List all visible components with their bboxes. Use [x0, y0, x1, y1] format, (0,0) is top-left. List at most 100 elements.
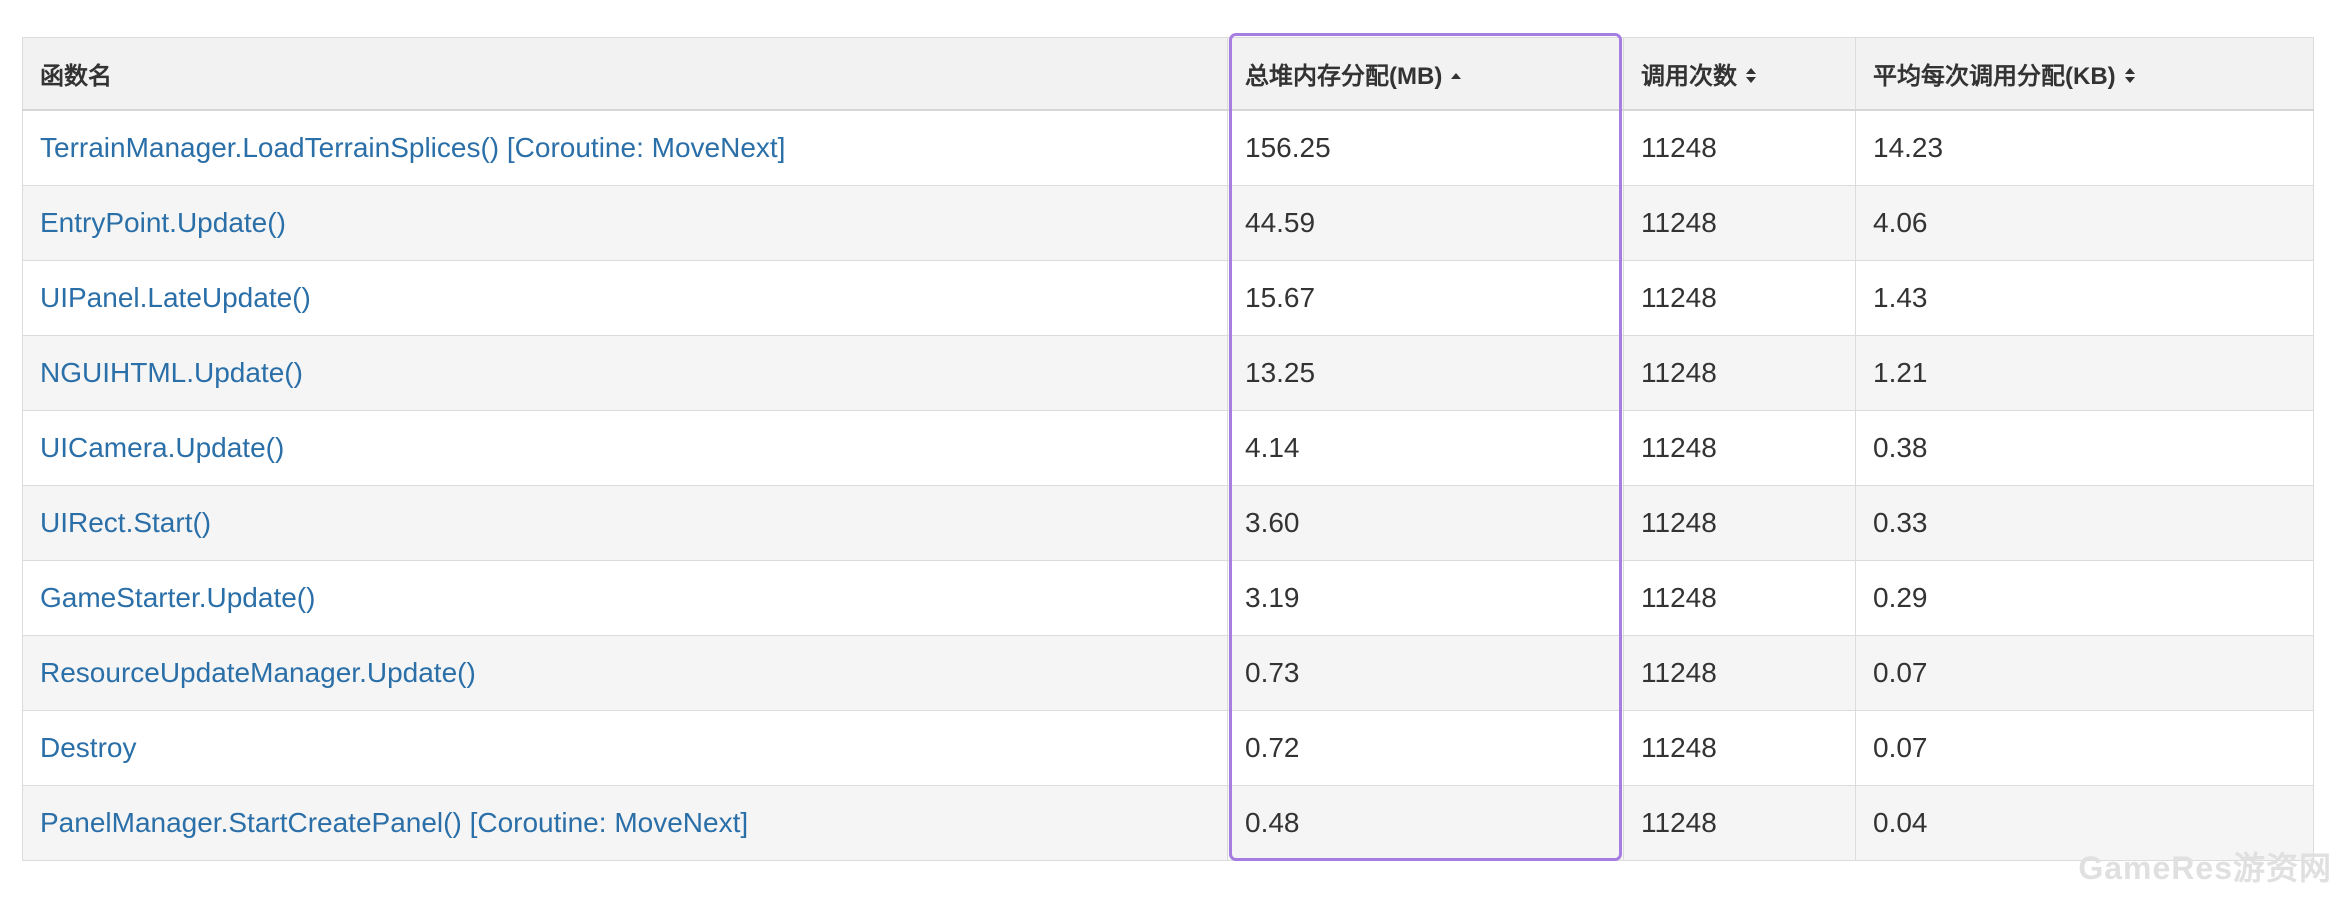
avg-per-call-cell: 0.04 — [1873, 807, 1928, 838]
table-row: PanelManager.StartCreatePanel() [Corouti… — [22, 785, 2314, 861]
function-name-cell: UICamera.Update() — [22, 410, 1228, 486]
total-heap-cell: 0.48 — [1245, 807, 1300, 838]
function-name-link[interactable]: EntryPoint.Update() — [40, 207, 286, 238]
header-label: 平均每次调用分配(KB) — [1873, 63, 2116, 90]
sort-both-icon[interactable] — [2124, 66, 2136, 86]
total-heap-cell: 15.67 — [1227, 260, 1624, 336]
call-count-cell: 11248 — [1641, 507, 1717, 538]
call-count-cell: 11248 — [1623, 710, 1856, 786]
header-label: 调用次数 — [1641, 63, 1737, 90]
call-count-cell: 11248 — [1623, 485, 1856, 561]
function-name-cell: Destroy — [22, 710, 1228, 786]
avg-per-call-cell: 1.43 — [1873, 282, 1928, 313]
function-name-cell: UIPanel.LateUpdate() — [22, 260, 1228, 336]
table-row: ResourceUpdateManager.Update() 0.73 11248 0… — [22, 635, 2314, 711]
avg-per-call-cell: 4.06 — [1873, 207, 1928, 238]
call-count-cell: 11248 — [1623, 109, 1856, 186]
avg-per-call-cell: 0.38 — [1855, 410, 2314, 486]
watermark: GameRes游资网 — [2078, 850, 2332, 886]
table-row: EntryPoint.Update() 44.59 11248 4.06 — [22, 185, 2314, 261]
table-row: UICamera.Update() 4.14 11248 0.38 — [22, 410, 2314, 486]
call-count-cell: 11248 — [1641, 657, 1717, 688]
function-name-link[interactable]: NGUIHTML.Update() — [40, 357, 303, 388]
total-heap-cell: 156.25 — [1245, 132, 1331, 163]
function-name-cell: GameStarter.Update() — [22, 560, 1228, 636]
function-name-cell: NGUIHTML.Update() — [22, 335, 1228, 411]
table-row: Destroy 0.72 11248 0.07 — [22, 710, 2314, 786]
function-name-cell: ResourceUpdateManager.Update() — [22, 635, 1228, 711]
call-count-cell: 11248 — [1641, 432, 1717, 463]
function-name-link[interactable]: UIRect.Start() — [40, 507, 211, 538]
function-name-link[interactable]: TerrainManager.LoadTerrainSplices() [Cor… — [40, 132, 785, 163]
function-name-cell: TerrainManager.LoadTerrainSplices() [Cor… — [22, 109, 1228, 186]
avg-per-call-cell: 0.07 — [1873, 657, 1928, 688]
call-count-cell: 11248 — [1641, 582, 1717, 613]
total-heap-cell: 13.25 — [1227, 335, 1624, 411]
avg-per-call-cell: 4.06 — [1855, 185, 2314, 261]
total-heap-cell: 0.48 — [1227, 785, 1624, 861]
total-heap-cell: 0.73 — [1245, 657, 1300, 688]
total-heap-cell: 4.14 — [1245, 432, 1300, 463]
table-row: GameStarter.Update() 3.19 11248 0.29 — [22, 560, 2314, 636]
call-count-cell: 11248 — [1623, 410, 1856, 486]
total-heap-cell: 15.67 — [1245, 282, 1316, 313]
total-heap-cell: 0.72 — [1227, 710, 1624, 786]
avg-per-call-cell: 1.43 — [1855, 260, 2314, 336]
call-count-cell: 11248 — [1641, 282, 1717, 313]
call-count-cell: 11248 — [1641, 357, 1717, 388]
call-count-cell: 11248 — [1623, 560, 1856, 636]
avg-per-call-cell: 0.07 — [1855, 635, 2314, 711]
header-label: 总堆内存分配(MB) — [1245, 63, 1443, 90]
avg-per-call-cell: 0.33 — [1855, 485, 2314, 561]
total-heap-cell: 13.25 — [1245, 357, 1316, 388]
total-heap-cell: 4.14 — [1227, 410, 1624, 486]
sort-both-icon[interactable] — [1745, 66, 1757, 86]
call-count-cell: 11248 — [1623, 185, 1856, 261]
total-heap-cell: 44.59 — [1245, 207, 1316, 238]
call-count-cell: 11248 — [1623, 335, 1856, 411]
total-heap-cell: 0.72 — [1245, 732, 1300, 763]
total-heap-cell: 3.60 — [1245, 507, 1300, 538]
call-count-cell: 11248 — [1623, 635, 1856, 711]
avg-per-call-cell: 0.29 — [1873, 582, 1928, 613]
call-count-cell: 11248 — [1641, 732, 1717, 763]
function-name-cell: UIRect.Start() — [22, 485, 1228, 561]
header-call-count[interactable]: 调用次数 — [1623, 37, 1856, 111]
profiler-table: 函数名 总堆内存分配(MB) 调用次数 平均每次调用分配(KB) Terrain… — [22, 37, 2314, 861]
function-name-link[interactable]: ResourceUpdateManager.Update() — [40, 657, 476, 688]
header-label: 函数名 — [40, 63, 112, 90]
avg-per-call-cell: 0.07 — [1855, 710, 2314, 786]
function-name-cell: EntryPoint.Update() — [22, 185, 1228, 261]
call-count-cell: 11248 — [1623, 260, 1856, 336]
avg-per-call-cell: 14.23 — [1873, 132, 1944, 163]
call-count-cell: 11248 — [1641, 207, 1717, 238]
total-heap-cell: 44.59 — [1227, 185, 1624, 261]
function-name-link[interactable]: Destroy — [40, 732, 136, 763]
table-row: UIRect.Start() 3.60 11248 0.33 — [22, 485, 2314, 561]
function-name-cell: PanelManager.StartCreatePanel() [Corouti… — [22, 785, 1228, 861]
avg-per-call-cell: 1.21 — [1873, 357, 1928, 388]
avg-per-call-cell: 0.29 — [1855, 560, 2314, 636]
function-name-link[interactable]: PanelManager.StartCreatePanel() [Corouti… — [40, 807, 748, 838]
total-heap-cell: 3.60 — [1227, 485, 1624, 561]
call-count-cell: 11248 — [1623, 785, 1856, 861]
total-heap-cell: 156.25 — [1227, 109, 1624, 186]
avg-per-call-cell: 14.23 — [1855, 109, 2314, 186]
avg-per-call-cell: 0.38 — [1873, 432, 1928, 463]
function-name-link[interactable]: GameStarter.Update() — [40, 582, 315, 613]
header-total-heap[interactable]: 总堆内存分配(MB) — [1227, 37, 1624, 111]
header-function-name: 函数名 — [22, 37, 1228, 111]
total-heap-cell: 0.73 — [1227, 635, 1624, 711]
total-heap-cell: 3.19 — [1227, 560, 1624, 636]
call-count-cell: 11248 — [1641, 132, 1717, 163]
avg-per-call-cell: 0.07 — [1873, 732, 1928, 763]
sort-ascending-icon[interactable] — [1450, 66, 1462, 86]
avg-per-call-cell: 0.33 — [1873, 507, 1928, 538]
table-header-row: 函数名 总堆内存分配(MB) 调用次数 平均每次调用分配(KB) — [22, 37, 2314, 111]
table-row: TerrainManager.LoadTerrainSplices() [Cor… — [22, 109, 2314, 186]
call-count-cell: 11248 — [1641, 807, 1717, 838]
table-row: NGUIHTML.Update() 13.25 11248 1.21 — [22, 335, 2314, 411]
function-name-link[interactable]: UIPanel.LateUpdate() — [40, 282, 311, 313]
header-avg-per-call[interactable]: 平均每次调用分配(KB) — [1855, 37, 2314, 111]
function-name-link[interactable]: UICamera.Update() — [40, 432, 284, 463]
